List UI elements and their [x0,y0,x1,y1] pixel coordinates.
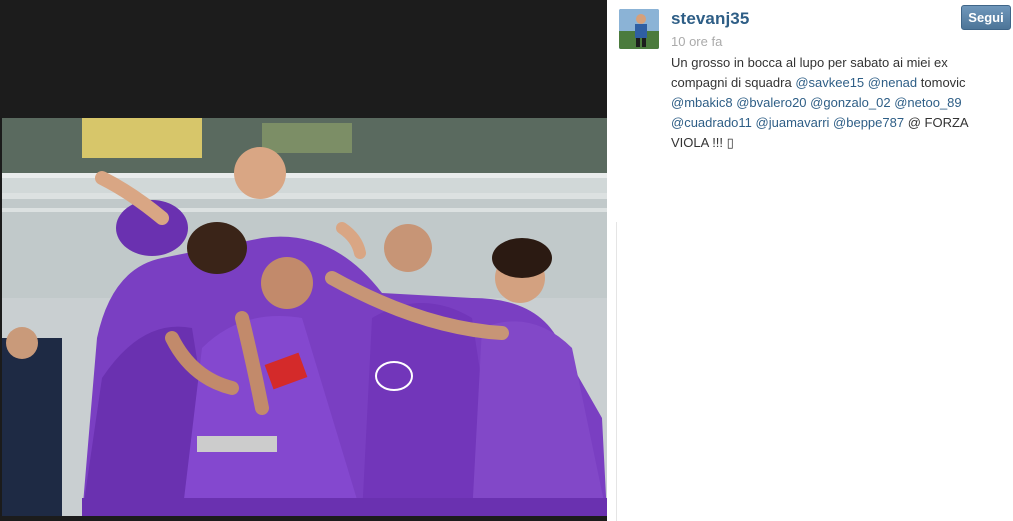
panel-divider [616,222,617,521]
post-timestamp: 10 ore fa [671,34,723,49]
user-avatar-icon [619,9,659,49]
mention-link[interactable]: @gonzalo_02 [810,95,890,110]
mention-link[interactable]: @bvalero20 [736,95,806,110]
caption-text: @ FORZA [904,115,969,130]
mention-link[interactable]: @cuadrado11 [671,115,752,130]
post-caption: Un grosso in bocca al lupo per sabato ai… [671,53,991,153]
mention-link[interactable]: @mbakic8 [671,95,733,110]
media-panel [0,0,607,521]
caption-line-4: @cuadrado11 @juamavarri @beppe787 @ FORZ… [671,113,991,133]
caption-line-3: @mbakic8 @bvalero20 @gonzalo_02 @netoo_8… [671,93,991,113]
mention-link[interactable]: @savkee15 [795,75,864,90]
team-celebration-photo-icon [2,118,607,516]
caption-text: tomovic [917,75,966,90]
post-username[interactable]: stevanj35 [671,9,749,29]
caption-line-5: VIOLA !!! ▯ [671,135,734,150]
mention-link[interactable]: @beppe787 [833,115,904,130]
mention-link[interactable]: @nenad [868,75,917,90]
avatar[interactable] [619,9,659,49]
follow-button[interactable]: Segui [961,5,1011,30]
media-letterbox-bottom [0,516,607,521]
caption-line-2: compagni di squadra @savkee15 @nenad tom… [671,73,991,93]
caption-text: compagni di squadra [671,75,796,90]
mention-link[interactable]: @juamavarri [756,115,830,130]
caption-line-1: Un grosso in bocca al lupo per sabato ai… [671,55,948,70]
media-letterbox-top [0,0,607,118]
mention-link[interactable]: @netoo_89 [894,95,961,110]
post-photo[interactable] [2,118,607,516]
